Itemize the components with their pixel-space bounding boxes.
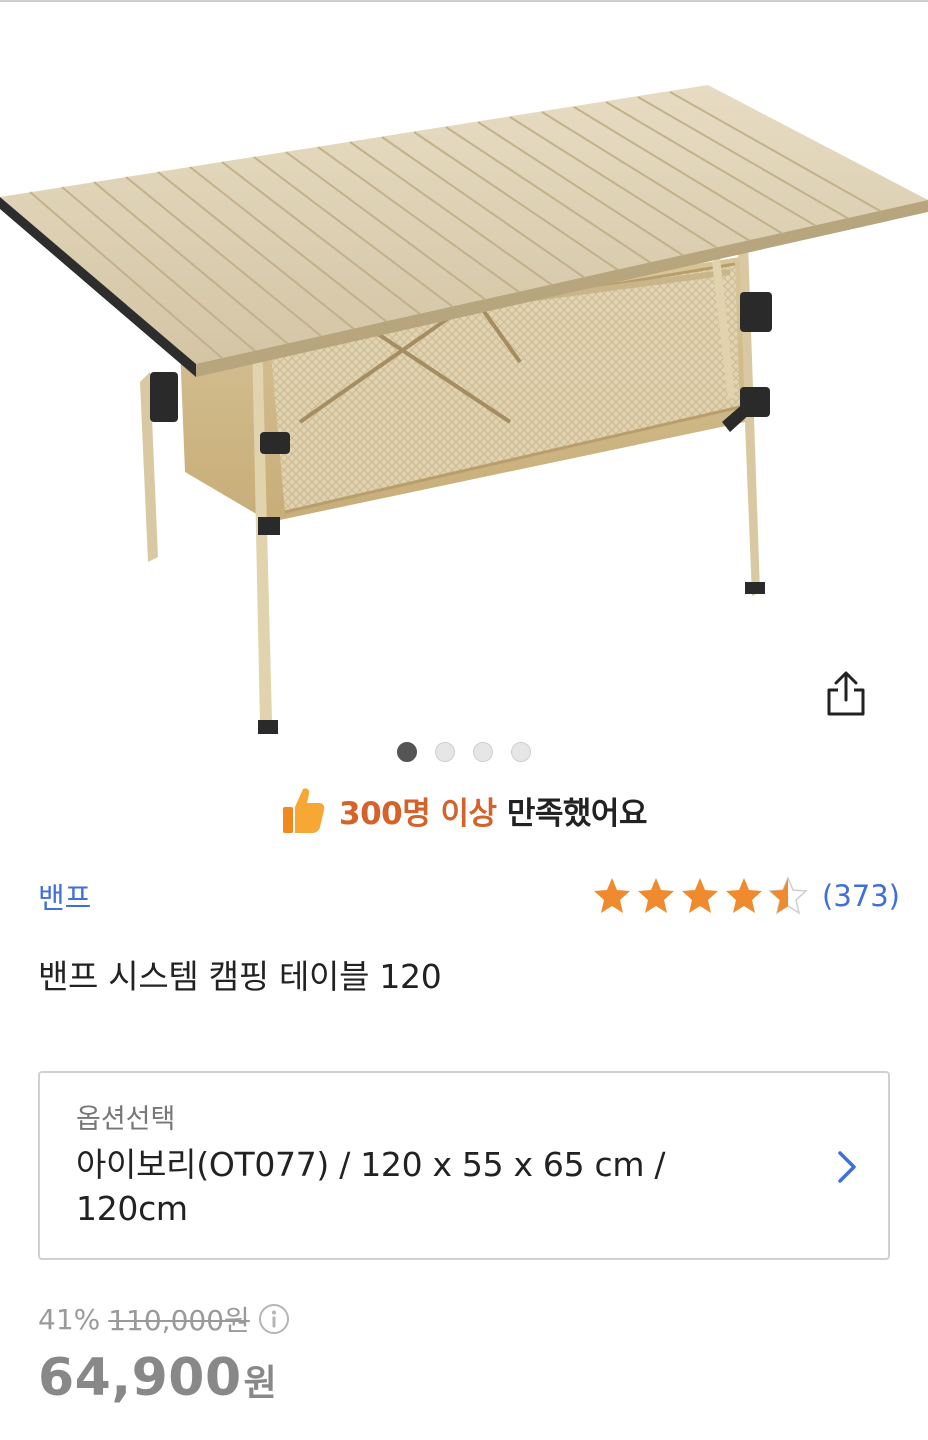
satisfaction-banner: 300명 이상 만족했어요 bbox=[0, 782, 928, 838]
product-image-carousel[interactable] bbox=[0, 2, 928, 742]
option-label: 옵션선택 bbox=[76, 1104, 176, 1135]
carousel-indicator bbox=[0, 742, 928, 762]
star-icon bbox=[594, 878, 631, 913]
star-half-icon bbox=[768, 876, 808, 915]
sale-price: 64,900 원 bbox=[38, 1348, 277, 1408]
satisfaction-highlight: 300명 이상 bbox=[339, 795, 497, 832]
share-button[interactable] bbox=[824, 670, 876, 722]
sale-price-number: 64,900 bbox=[38, 1348, 242, 1408]
camping-table-product-photo bbox=[0, 85, 928, 734]
brand-link[interactable]: 밴프 bbox=[38, 875, 91, 917]
rating-summary[interactable]: (373) bbox=[592, 876, 900, 916]
carousel-dot-4[interactable] bbox=[511, 742, 531, 762]
star-icon bbox=[682, 878, 719, 913]
original-price-row: 41% 110,000원 bbox=[38, 1298, 290, 1340]
satisfaction-text: 만족했어요 bbox=[506, 795, 648, 832]
info-icon[interactable] bbox=[258, 1303, 290, 1335]
rating-count: (373) bbox=[822, 879, 900, 913]
option-selector[interactable]: 옵션선택 아이보리(OT077) / 120 x 55 x 65 cm / 12… bbox=[38, 1071, 890, 1260]
discount-rate: 41% bbox=[38, 1302, 101, 1336]
carousel-dot-3[interactable] bbox=[473, 742, 493, 762]
option-value: 아이보리(OT077) / 120 x 55 x 65 cm / 120cm bbox=[76, 1145, 666, 1228]
brand-rating-row: 밴프 (373) bbox=[38, 872, 900, 920]
original-price: 110,000원 bbox=[108, 1304, 250, 1337]
product-title: 밴프 시스템 캠핑 테이블 120 bbox=[38, 957, 442, 996]
carousel-dot-1[interactable] bbox=[397, 742, 417, 762]
share-icon bbox=[827, 671, 865, 716]
thumbs-up-icon bbox=[283, 788, 325, 833]
sale-price-unit: 원 bbox=[243, 1363, 277, 1404]
chevron-right-icon bbox=[838, 1151, 856, 1183]
carousel-dot-2[interactable] bbox=[435, 742, 455, 762]
star-icon bbox=[726, 878, 763, 913]
star-icon bbox=[638, 878, 675, 913]
